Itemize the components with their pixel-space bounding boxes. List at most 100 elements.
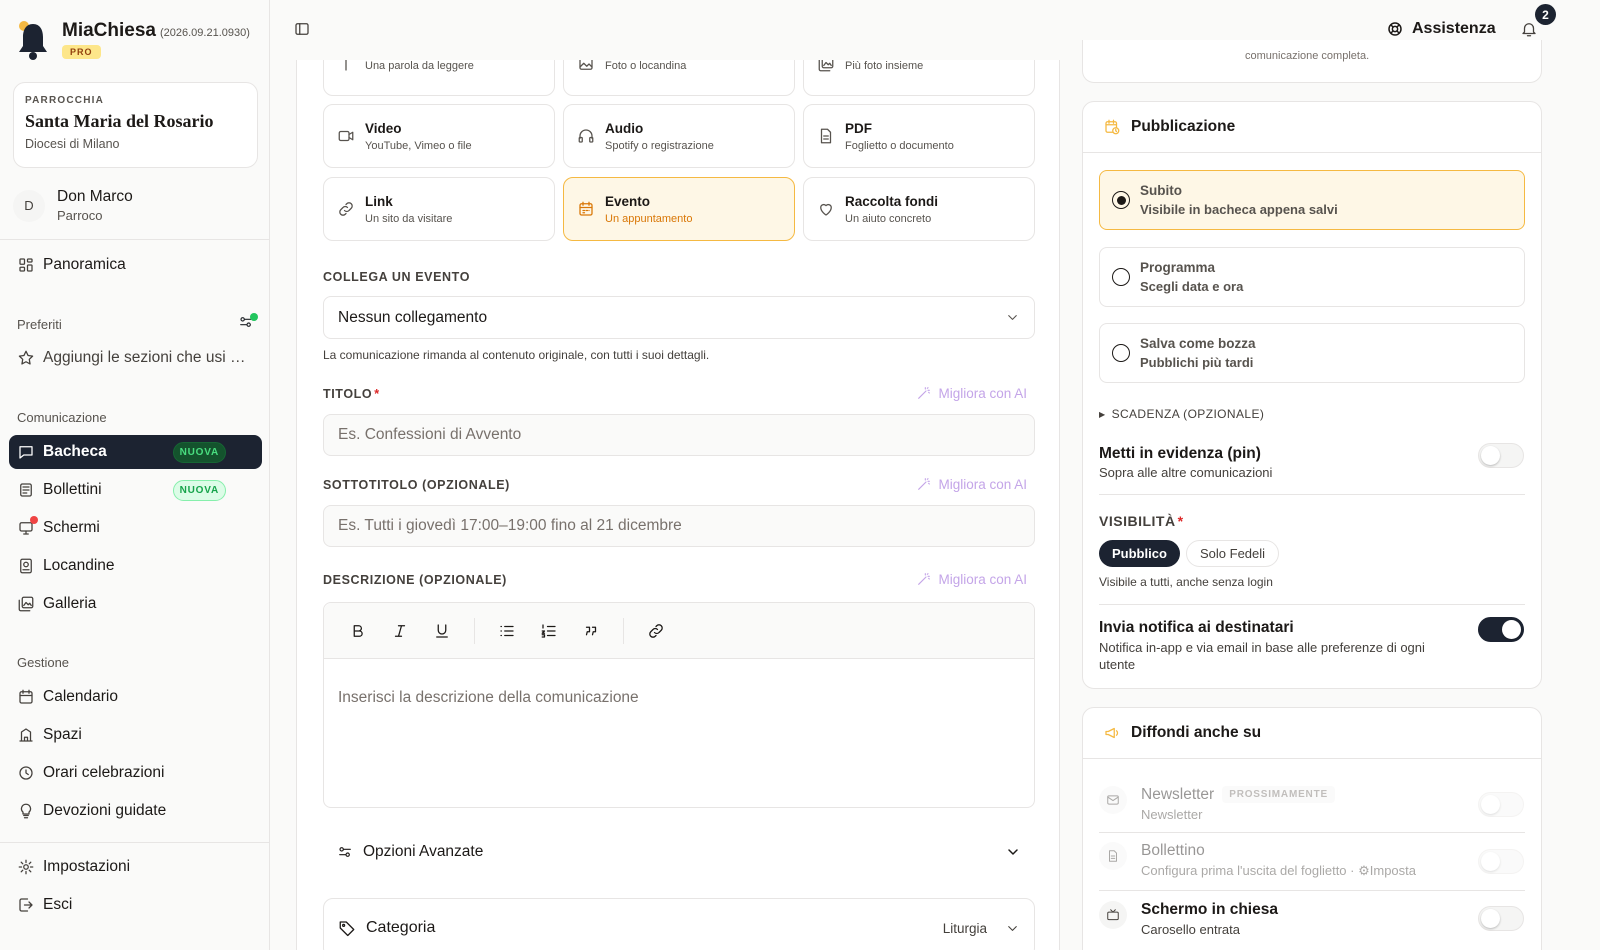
sidebar-item-label: Bollettini: [43, 481, 102, 498]
bulletin-toggle[interactable]: [1478, 849, 1524, 874]
heart-icon: [817, 200, 835, 218]
type-card-audio[interactable]: Audio Spotify o registrazione: [563, 104, 795, 168]
publish-now-option[interactable]: Subito Visibile in bacheca appena salvi: [1099, 170, 1525, 230]
type-title: Video: [365, 120, 402, 136]
magic-wand-icon: [916, 571, 932, 587]
user-profile[interactable]: D Don Marco Parroco: [13, 188, 133, 223]
publication-header: Pubblicazione: [1083, 102, 1541, 153]
parish-switcher[interactable]: PARROCCHIA Santa Maria del Rosario Dioce…: [13, 82, 258, 168]
sidebar-item-label: Locandine: [43, 557, 115, 574]
sidebar-item-gallery[interactable]: Galleria: [9, 587, 262, 621]
sidebar-toggle-icon[interactable]: [293, 20, 311, 38]
newsletter-toggle[interactable]: [1478, 792, 1524, 817]
sidebar-item-bulletins[interactable]: Bollettini NUOVA: [9, 473, 262, 507]
category-select[interactable]: Categoria Liturgia: [323, 898, 1035, 950]
type-title: Link: [365, 193, 393, 209]
advanced-options-label: Opzioni Avanzate: [363, 843, 484, 860]
subtitle-label: SOTTOTITOLO (OPZIONALE): [323, 478, 510, 492]
draft-option[interactable]: Salva come bozza Pubblichi più tardi: [1099, 323, 1525, 383]
subtitle-input[interactable]: [323, 505, 1035, 547]
sidebar-item-overview[interactable]: Panoramica: [9, 248, 262, 282]
description-label: DESCRIZIONE (OPZIONALE): [323, 573, 507, 587]
ai-improve-subtitle-button[interactable]: Migliora con AI: [916, 476, 1027, 492]
notify-desc: Notifica in-app e via email in base alle…: [1099, 640, 1425, 672]
visibility-public-button[interactable]: Pubblico: [1099, 540, 1180, 567]
file-icon: [817, 127, 835, 145]
type-card-image[interactable]: Foto o locandina: [563, 60, 795, 96]
help-button[interactable]: Assistenza: [1386, 20, 1496, 38]
magic-wand-icon: [916, 385, 932, 401]
description-editor[interactable]: Inserisci la descrizione della comunicaz…: [323, 602, 1035, 808]
pin-toggle[interactable]: [1478, 443, 1524, 468]
sliders-icon: ⚙: [1358, 863, 1370, 878]
italic-icon[interactable]: [382, 614, 418, 648]
sidebar-item-logout[interactable]: Esci: [9, 888, 262, 922]
radio-dot: [1116, 195, 1126, 205]
pin-desc: Sopra alle altre comunicazioni: [1099, 465, 1273, 480]
alert-dot: [30, 516, 38, 524]
channel-newsletter: Newsletter PROSSIMAMENTE Newsletter: [1099, 786, 1525, 822]
poster-icon: [17, 557, 35, 575]
images-icon: [817, 60, 835, 73]
sidebar-item-calendar[interactable]: Calendario: [9, 680, 262, 714]
church-screen-toggle[interactable]: [1478, 906, 1524, 931]
type-card-pdf[interactable]: PDF Foglietto o documento: [803, 104, 1035, 168]
ai-improve-description-button[interactable]: Migliora con AI: [916, 571, 1027, 587]
sidebar-item-posters[interactable]: Locandine: [9, 549, 262, 583]
sidebar-item-devotions[interactable]: Devozioni guidate: [9, 794, 262, 828]
option-title: Programma: [1140, 260, 1216, 275]
sidebar-item-board[interactable]: Bacheca NUOVA: [9, 435, 262, 469]
brand[interactable]: MiaChiesa (2026.09.21.0930) PRO: [16, 20, 250, 62]
type-card-fundraising[interactable]: Raccolta fondi Un aiuto concreto: [803, 177, 1035, 241]
link-event-select[interactable]: Nessun collegamento: [323, 296, 1035, 339]
underline-icon[interactable]: [424, 614, 460, 648]
sidebar-item-settings[interactable]: Impostazioni: [9, 850, 262, 884]
toggle-knob: [1481, 909, 1500, 928]
sidebar-item-label: Spazi: [43, 726, 82, 743]
type-title: Raccolta fondi: [845, 193, 939, 209]
type-card-event[interactable]: Evento Un appuntamento: [563, 177, 795, 241]
magic-wand-icon: [916, 476, 932, 492]
visibility-faithful-button[interactable]: Solo Fedeli: [1186, 540, 1280, 567]
radio-button[interactable]: [1112, 268, 1130, 286]
sidebar-item-add-favorites[interactable]: Aggiungi le sezioni che usi …: [9, 341, 262, 375]
type-card-video[interactable]: Video YouTube, Vimeo o file: [323, 104, 555, 168]
bold-icon[interactable]: [340, 614, 376, 648]
option-desc: Visibile in bacheca appena salvi: [1140, 202, 1338, 217]
section-management: Gestione: [17, 655, 70, 670]
numbered-list-icon[interactable]: [531, 614, 567, 648]
bullet-list-icon[interactable]: [489, 614, 525, 648]
schedule-option[interactable]: Programma Scegli data e ora: [1099, 247, 1525, 307]
configure-link[interactable]: Imposta: [1370, 863, 1416, 878]
sidebar-item-mass-times[interactable]: Orari celebrazioni: [9, 756, 262, 790]
sidebar: MiaChiesa (2026.09.21.0930) PRO PARROCCHI…: [0, 0, 270, 950]
ai-improve-label: Migliora con AI: [938, 385, 1027, 401]
quote-icon[interactable]: [573, 614, 609, 648]
section-communication: Comunicazione: [17, 410, 107, 425]
pin-title: Metti in evidenza (pin): [1099, 445, 1261, 462]
sidebar-item-screens[interactable]: Schermi: [9, 511, 262, 545]
advanced-options-toggle[interactable]: Opzioni Avanzate: [323, 832, 1035, 872]
type-desc: Una parola da leggere: [365, 60, 474, 72]
description-placeholder: Inserisci la descrizione della comunicaz…: [338, 689, 639, 706]
title-input[interactable]: [323, 414, 1035, 456]
type-card-text[interactable]: Una parola da leggere: [323, 60, 555, 96]
notification-count-badge: 2: [1535, 4, 1556, 25]
radio-button[interactable]: [1112, 344, 1130, 362]
previous-card: comunicazione completa.: [1082, 40, 1542, 83]
channel-icon: [1099, 842, 1127, 870]
customize-favorites-icon[interactable]: [238, 313, 258, 330]
notify-toggle[interactable]: [1478, 617, 1524, 642]
app-name: MiaChiesa: [62, 20, 156, 41]
star-icon: [17, 349, 35, 367]
notifications-bell-icon[interactable]: [1520, 20, 1538, 38]
radio-button[interactable]: [1112, 191, 1130, 209]
type-card-link[interactable]: Link Un sito da visitare: [323, 177, 555, 241]
ai-improve-title-button[interactable]: Migliora con AI: [916, 385, 1027, 401]
link-icon[interactable]: [638, 614, 674, 648]
type-card-gallery[interactable]: Più foto insieme: [803, 60, 1035, 96]
new-badge: NUOVA: [172, 479, 226, 501]
sidebar-item-spaces[interactable]: Spazi: [9, 718, 262, 752]
deadline-toggle[interactable]: ▶ SCADENZA (OPZIONALE): [1099, 407, 1264, 421]
parish-diocese: Diocesi di Milano: [25, 137, 120, 151]
